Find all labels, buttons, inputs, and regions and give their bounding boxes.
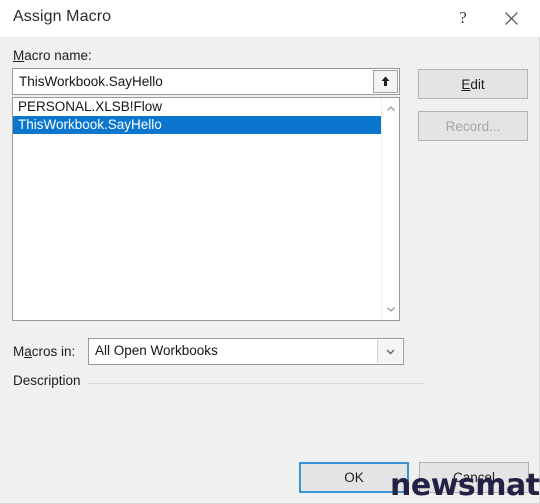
help-button[interactable]: ? (440, 0, 486, 36)
macro-list-items: PERSONAL.XLSB!Flow ThisWorkbook.SayHello (13, 98, 382, 320)
scrollbar-down-button[interactable] (382, 300, 400, 318)
dialog-title: Assign Macro (13, 8, 112, 25)
macro-list-scrollbar[interactable] (381, 98, 399, 320)
macro-name-input[interactable] (13, 69, 373, 94)
macros-in-value: All Open Workbooks (95, 343, 218, 358)
assign-macro-dialog: Assign Macro ? Macro name: PERSONAL.XLSB… (0, 0, 540, 504)
ok-button[interactable]: OK (299, 462, 409, 493)
up-arrow-icon (381, 76, 390, 86)
description-label: Description (13, 373, 81, 388)
macros-in-label: Macros in: (13, 344, 76, 359)
chevron-up-icon (387, 106, 395, 111)
macro-list-box[interactable]: PERSONAL.XLSB!Flow ThisWorkbook.SayHello (12, 97, 400, 321)
list-item[interactable]: ThisWorkbook.SayHello (13, 116, 382, 134)
record-button[interactable]: Record... (418, 111, 528, 141)
close-x-icon (504, 11, 518, 25)
chevron-down-icon (387, 307, 395, 312)
chevron-down-icon (386, 349, 394, 355)
macros-in-dropdown-button[interactable] (377, 340, 402, 363)
list-item[interactable]: PERSONAL.XLSB!Flow (13, 98, 382, 116)
macro-name-spin-button[interactable] (373, 70, 398, 93)
cancel-button[interactable]: Cancel (419, 462, 529, 493)
macro-name-label: Macro name: (13, 48, 92, 63)
macro-name-field[interactable] (12, 68, 400, 95)
edit-button[interactable]: Edit (418, 69, 528, 99)
description-separator (88, 383, 424, 384)
scrollbar-up-button[interactable] (382, 100, 400, 118)
macros-in-select[interactable]: All Open Workbooks (88, 338, 404, 365)
dialog-titlebar: Assign Macro ? (0, 0, 540, 38)
close-button[interactable] (488, 0, 534, 36)
question-mark-icon: ? (459, 7, 467, 27)
